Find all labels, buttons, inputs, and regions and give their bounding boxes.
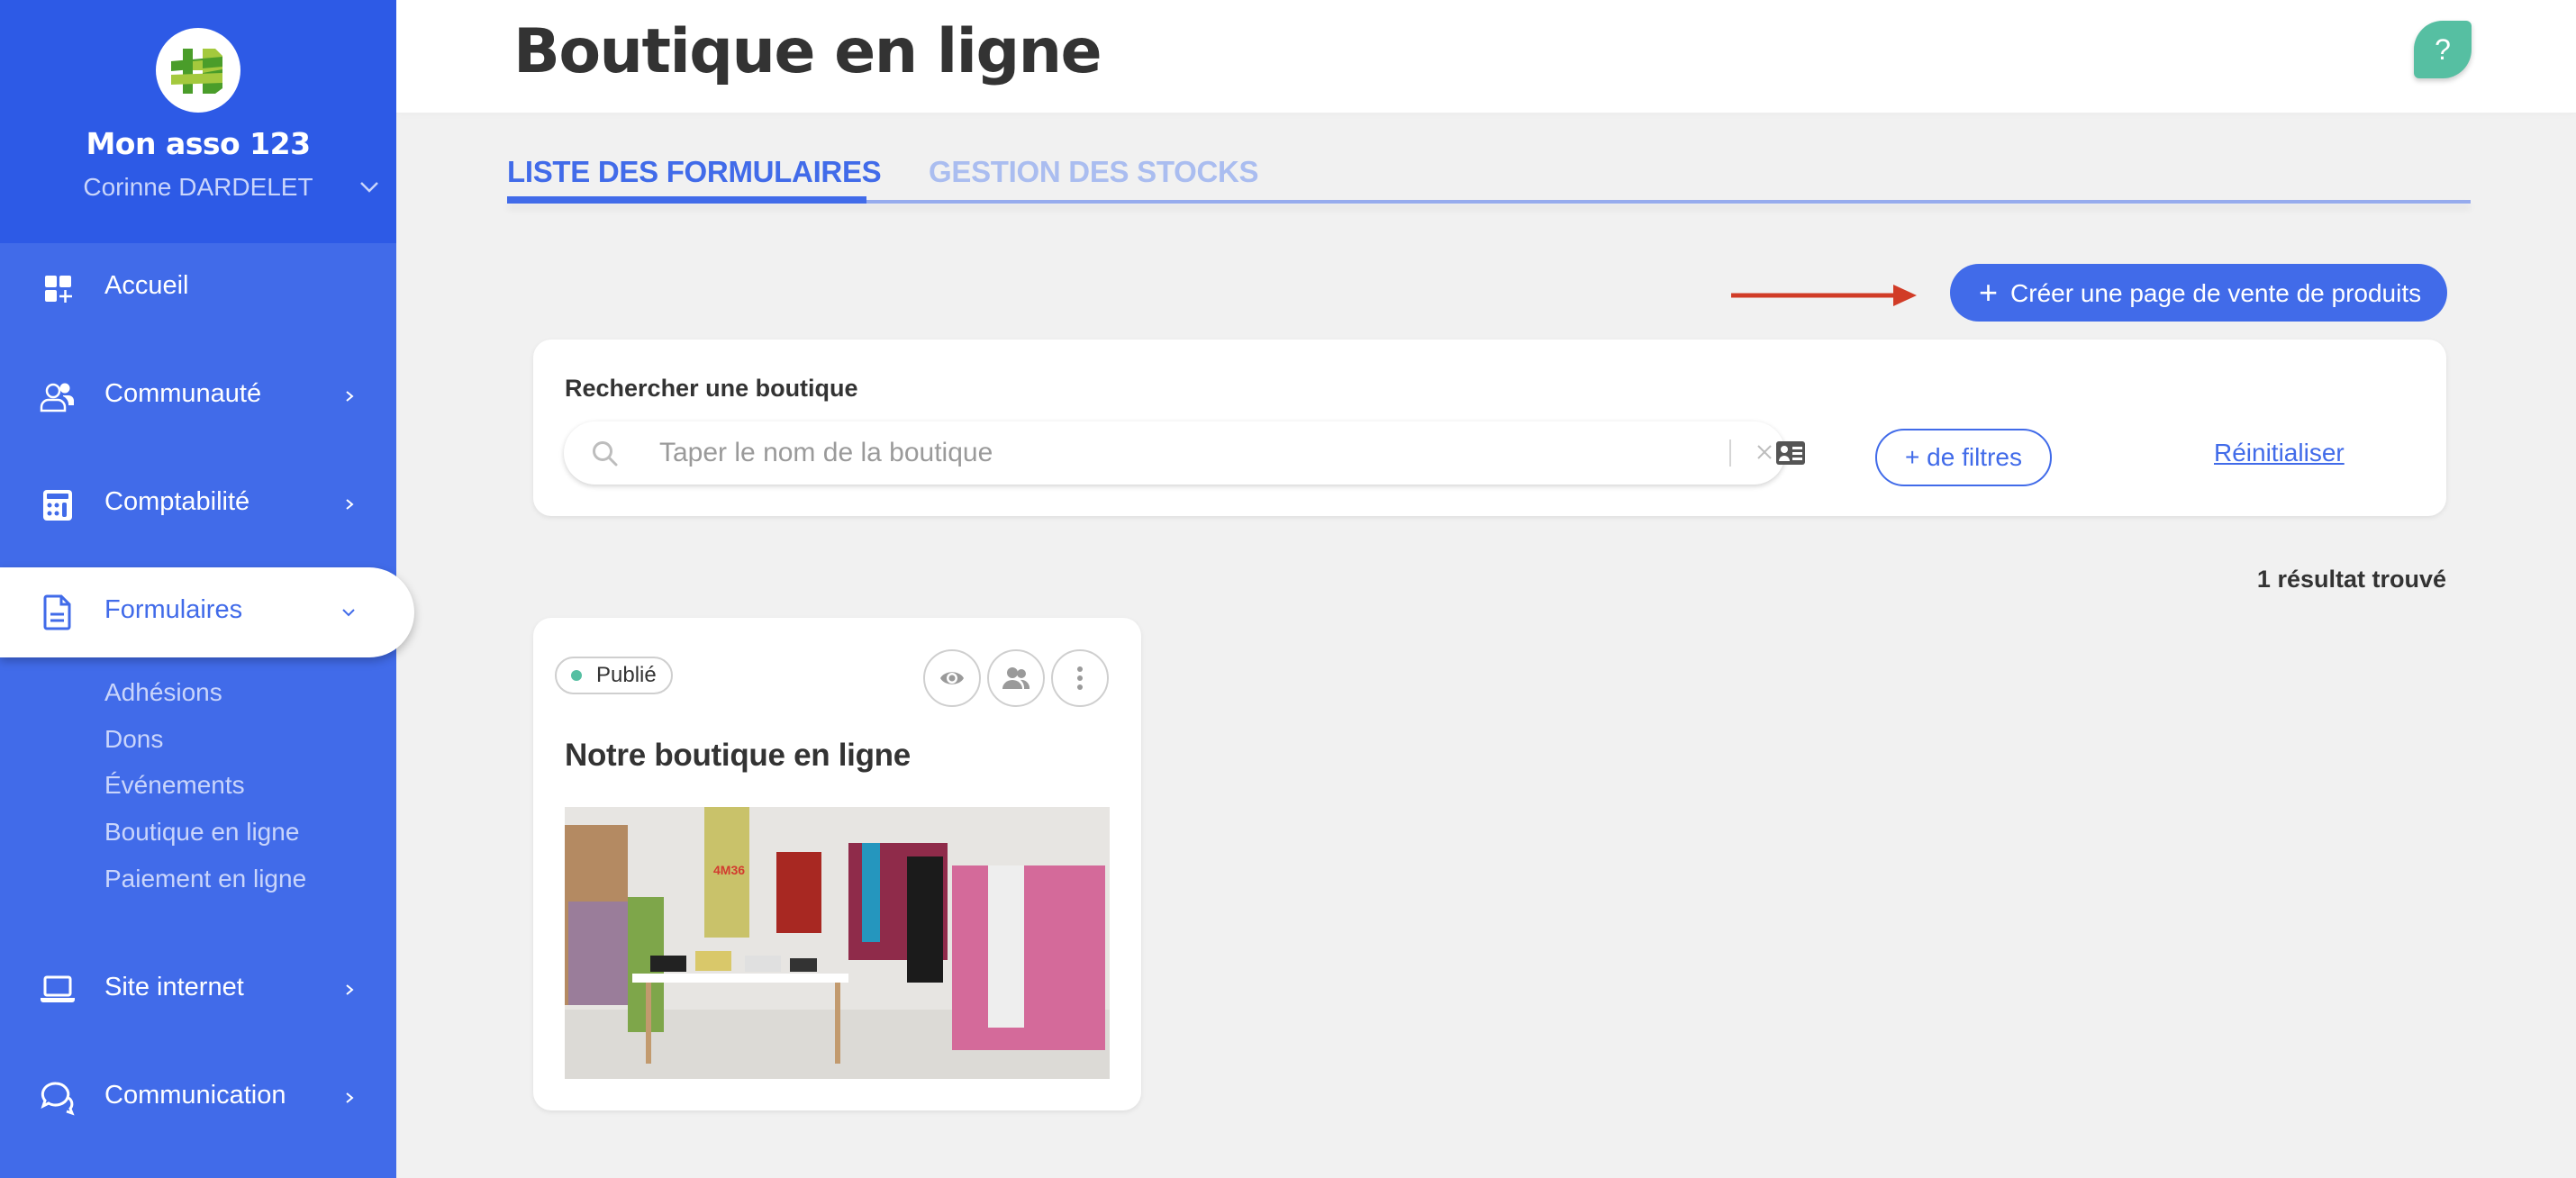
page-title: Boutique en ligne xyxy=(513,16,1102,87)
chevron-down-icon[interactable] xyxy=(358,178,380,196)
close-icon[interactable] xyxy=(1755,443,1773,461)
dashboard-add-icon xyxy=(45,276,72,303)
sidebar-subitem-paiement[interactable]: Paiement en ligne xyxy=(104,865,306,893)
document-icon xyxy=(43,594,71,630)
nav-label: Comptabilité xyxy=(104,487,250,516)
search-panel: Rechercher une boutique + de filtres Réi… xyxy=(533,340,2446,516)
page-header: Boutique en ligne ? xyxy=(396,0,2576,113)
nav-label: Formulaires xyxy=(104,595,243,624)
results-count: 1 résultat trouvé xyxy=(2256,566,2446,593)
status-dot-icon xyxy=(571,670,582,681)
active-tab-indicator xyxy=(507,196,866,204)
search-field[interactable] xyxy=(564,421,1805,485)
nav-label: Accueil xyxy=(104,271,189,300)
shop-title[interactable]: Notre boutique en ligne xyxy=(565,738,911,774)
sidebar-subitem-boutique[interactable]: Boutique en ligne xyxy=(104,818,299,847)
organization-name: Mon asso 123 xyxy=(86,126,311,161)
search-input[interactable] xyxy=(659,430,1650,476)
question-mark-icon: ? xyxy=(2435,33,2451,66)
create-sales-page-button[interactable]: + Créer une page de vente de produits xyxy=(1950,264,2447,322)
more-filters-button[interactable]: + de filtres xyxy=(1875,429,2052,486)
more-options-button[interactable] xyxy=(1051,649,1109,707)
participants-button[interactable] xyxy=(987,649,1045,707)
plus-icon: + xyxy=(1979,274,1999,311)
sidebar-item-communaute[interactable]: Communauté xyxy=(0,351,396,441)
more-vertical-icon xyxy=(1077,666,1083,690)
organization-logo[interactable] xyxy=(156,28,240,113)
tab-gestion-stocks[interactable]: GESTION DES STOCKS xyxy=(929,155,1259,189)
status-badge: Publié xyxy=(555,657,673,694)
shop-card[interactable]: Publié Notre boutique en ligne 4M36 xyxy=(533,618,1141,1110)
status-label: Publié xyxy=(596,663,657,687)
chevron-right-icon xyxy=(346,391,354,402)
chevron-right-icon xyxy=(346,984,354,995)
hashtag-logo-icon xyxy=(171,49,222,94)
user-name[interactable]: Corinne DARDELET xyxy=(0,173,396,202)
tab-liste-formulaires[interactable]: LISTE DES FORMULAIRES xyxy=(507,155,882,189)
chevron-right-icon xyxy=(346,499,354,510)
help-button[interactable]: ? xyxy=(2414,21,2472,78)
search-label: Rechercher une boutique xyxy=(565,375,858,402)
sidebar-subitem-dons[interactable]: Dons xyxy=(104,725,163,754)
eye-icon xyxy=(940,672,964,684)
sidebar-subitem-evenements[interactable]: Événements xyxy=(104,771,245,800)
poster-text: 4M36 xyxy=(713,863,745,877)
sidebar-item-accueil[interactable]: Accueil xyxy=(0,243,396,333)
users-icon xyxy=(1002,667,1030,689)
sidebar-subitem-adhesions[interactable]: Adhésions xyxy=(104,678,222,707)
chevron-right-icon xyxy=(346,1092,354,1103)
search-separator xyxy=(1729,439,1731,467)
chevron-down-icon xyxy=(342,609,355,617)
nav-label: Communication xyxy=(104,1081,286,1110)
nav-label: Site internet xyxy=(104,973,244,1001)
contact-card-icon[interactable] xyxy=(1776,441,1805,465)
sidebar-item-comptabilite[interactable]: Comptabilité xyxy=(0,459,396,549)
sidebar-item-communication[interactable]: Communication xyxy=(0,1053,396,1143)
red-arrow-annotation-icon xyxy=(1731,285,1917,306)
search-icon xyxy=(593,441,618,467)
create-sales-page-label: Créer une page de vente de produits xyxy=(2010,279,2422,307)
shop-cover-image: 4M36 xyxy=(565,807,1110,1079)
laptop-icon xyxy=(41,975,75,1002)
sidebar-item-formulaires[interactable]: Formulaires xyxy=(0,567,414,657)
sidebar-header: Mon asso 123 Corinne DARDELET xyxy=(0,0,396,243)
sidebar-item-site-internet[interactable]: Site internet xyxy=(0,945,396,1035)
store-interior-image: 4M36 xyxy=(565,807,1110,1079)
tab-bar: LISTE DES FORMULAIRES GESTION DES STOCKS xyxy=(507,151,2471,204)
reset-link[interactable]: Réinitialiser xyxy=(2214,439,2345,467)
calculator-icon xyxy=(43,490,72,521)
preview-button[interactable] xyxy=(923,649,981,707)
nav-label: Communauté xyxy=(104,379,262,408)
sidebar: Mon asso 123 Corinne DARDELET Accueil Co… xyxy=(0,0,414,1178)
users-icon xyxy=(40,383,74,412)
chat-bubbles-icon xyxy=(41,1082,75,1116)
